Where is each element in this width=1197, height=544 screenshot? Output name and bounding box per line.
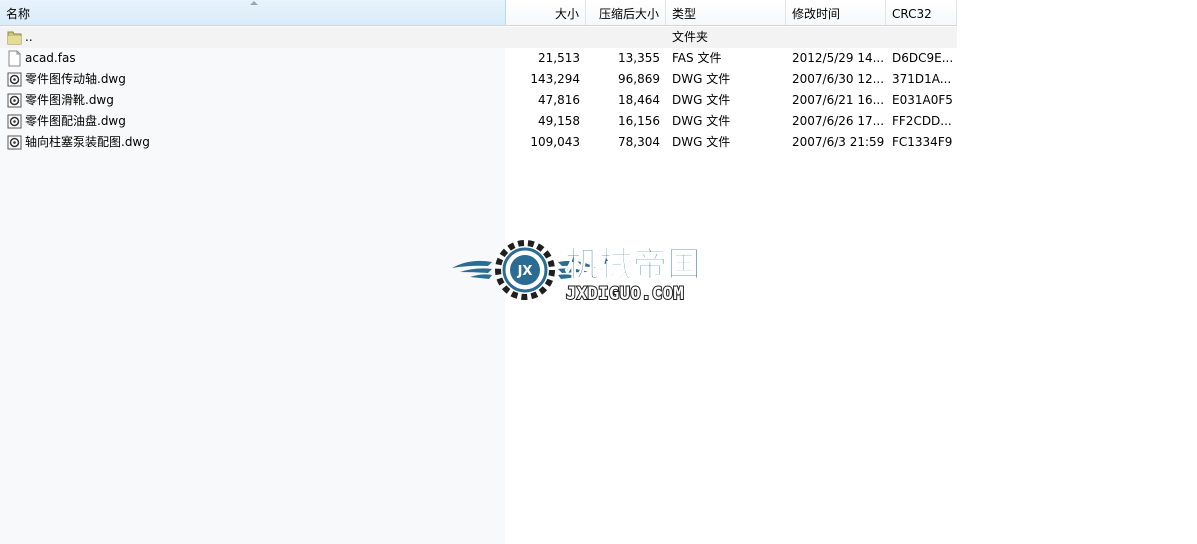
file-name: 零件图配油盘.dwg [25,114,126,128]
file-crc [886,27,957,48]
file-packed: 96,869 [618,72,660,86]
file-type: DWG 文件 [672,72,731,86]
watermark-title: 机械帝国 [565,245,701,285]
document-icon [7,50,22,67]
file-crc: D6DC9E... [892,51,954,65]
column-header-size-label: 大小 [554,7,579,21]
file-name: 零件图滑靴.dwg [25,93,114,107]
column-header-modified-label: 修改时间 [792,7,841,21]
file-type: FAS 文件 [672,51,722,65]
dwg-icon [7,134,22,151]
file-row[interactable]: .. 文件夹 [0,27,957,48]
file-crc: E031A0F5 [892,93,953,107]
dwg-icon [7,71,22,88]
file-row[interactable]: 零件图滑靴.dwg 47,816 18,464 DWG 文件 2007/6/21 16.… [0,90,957,111]
file-type: 文件夹 [672,30,709,44]
file-crc: FF2CDD... [892,114,952,128]
file-size: 49,158 [538,114,580,128]
emblem-text: JX [517,264,533,279]
file-modified: 2007/6/21 16... [792,93,885,107]
file-name: 轴向柱塞泵装配图.dwg [25,135,150,149]
sort-ascending-icon [250,1,258,5]
file-modified: 2012/5/29 14... [792,51,885,65]
file-row[interactable]: 轴向柱塞泵装配图.dwg 109,043 78,304 DWG 文件 2007/6/3 … [0,132,957,153]
column-header-crc32[interactable]: CRC32 [886,0,957,25]
column-header-packed-size-label: 压缩后大小 [598,7,659,21]
column-header-type-label: 类型 [672,7,697,21]
file-packed: 78,304 [618,135,660,149]
column-header-type[interactable]: 类型 [666,0,786,25]
file-modified [786,27,886,48]
file-crc: 371D1A... [892,72,952,86]
file-packed: 18,464 [618,93,660,107]
file-packed [586,27,666,48]
file-packed: 13,355 [618,51,660,65]
file-size [506,27,586,48]
file-row[interactable]: 零件图传动轴.dwg 143,294 96,869 DWG 文件 2007/6/30 1… [0,69,957,90]
watermark-site: JXDIGUO.COM [566,284,684,302]
column-header-name[interactable]: 名称 [0,0,506,25]
file-size: 21,513 [538,51,580,65]
folder-icon [7,29,22,46]
column-header-size[interactable]: 大小 [506,0,586,25]
dwg-icon [7,113,22,130]
jxdiguo-watermark-logo: JX 机械帝国 JXDIGUO.COM [452,240,702,302]
column-header-crc32-label: CRC32 [892,7,932,21]
file-row[interactable]: 零件图配油盘.dwg 49,158 16,156 DWG 文件 2007/6/26 17… [0,111,957,132]
file-name: 零件图传动轴.dwg [25,72,126,86]
file-row[interactable]: acad.fas 21,513 13,355 FAS 文件 2012/5/29 14..… [0,48,957,69]
dwg-icon [7,92,22,109]
file-type: DWG 文件 [672,93,731,107]
column-header-name-label: 名称 [6,7,31,21]
file-packed: 16,156 [618,114,660,128]
column-header-packed-size[interactable]: 压缩后大小 [586,0,666,25]
file-name: .. [25,30,33,44]
column-header-modified[interactable]: 修改时间 [786,0,886,25]
file-name: acad.fas [25,51,76,65]
wing-left-icon [452,260,492,279]
file-size: 47,816 [538,93,580,107]
column-header-bar: 名称 大小 压缩后大小 类型 修改时间 CRC32 [0,0,957,26]
file-size: 143,294 [530,72,580,86]
file-crc: FC1334F9 [892,135,953,149]
file-modified: 2007/6/3 21:59 [792,135,885,149]
file-size: 109,043 [530,135,580,149]
file-type: DWG 文件 [672,114,731,128]
file-type: DWG 文件 [672,135,731,149]
file-modified: 2007/6/26 17... [792,114,885,128]
file-modified: 2007/6/30 12... [792,72,885,86]
